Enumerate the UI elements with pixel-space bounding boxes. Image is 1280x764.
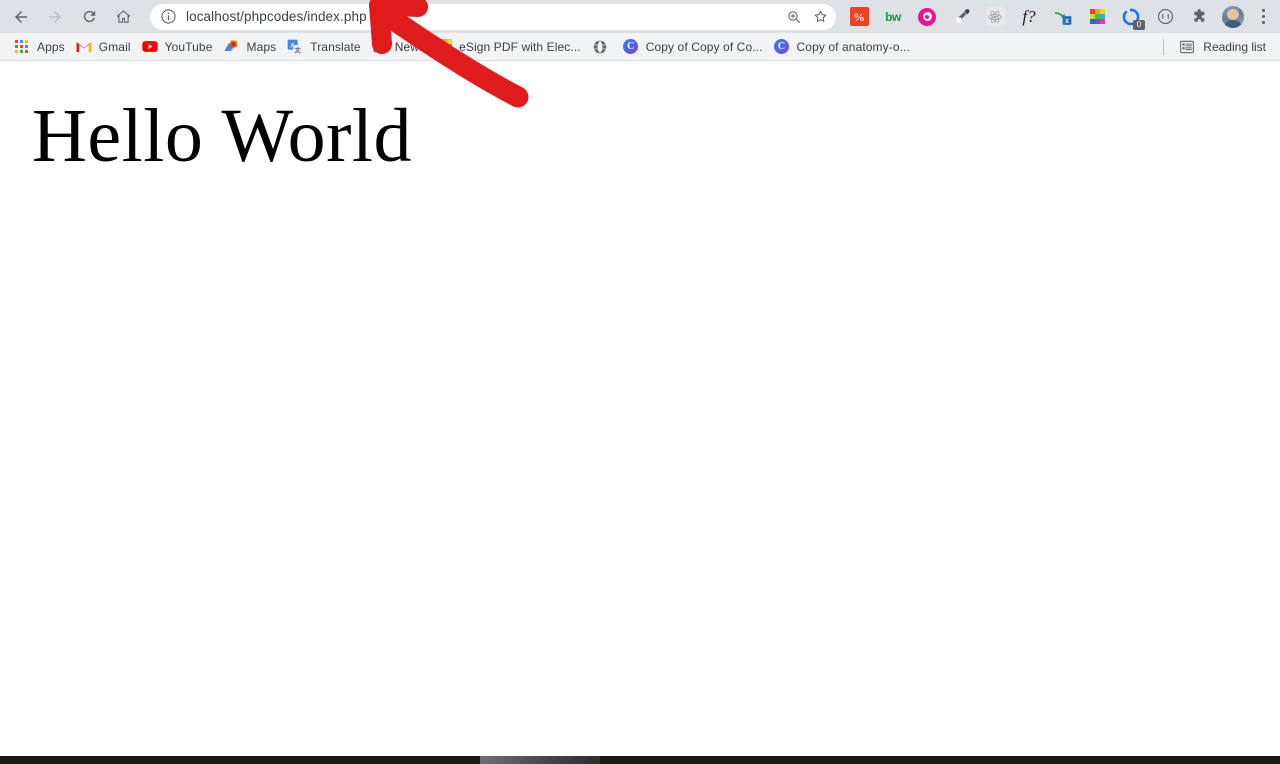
bookmark-label: Apps <box>37 39 65 54</box>
address-bar[interactable]: localhost/phpcodes/index.php <box>150 3 836 30</box>
bookmark-label: Translate <box>310 39 361 54</box>
bookmark-copy-of-anatomy[interactable]: C Copy of anatomy-o... <box>770 36 917 58</box>
apps-grid-icon <box>14 39 30 55</box>
extensions-strip: % bw f? x 0 <box>836 5 1274 30</box>
bookmark-copy-of-copy-of-co[interactable]: C Copy of Copy of Co... <box>619 36 770 58</box>
seven-slash-a-extension-icon[interactable]: % <box>847 5 871 29</box>
maps-pin-icon <box>223 39 239 55</box>
bookmark-label: News <box>394 39 426 54</box>
bookmark-gmail[interactable]: Gmail <box>72 36 138 58</box>
chrome-menu-button[interactable] <box>1252 5 1274 29</box>
bookmark-youtube[interactable]: YouTube <box>138 36 220 58</box>
os-taskbar-strip[interactable] <box>0 756 1280 764</box>
page-title: Hello World <box>32 94 413 178</box>
excel-download-extension-icon[interactable]: x <box>1051 5 1075 29</box>
canva-circle-icon: C <box>774 39 790 55</box>
bw-extension-icon[interactable]: bw <box>881 5 905 29</box>
avatar[interactable] <box>1222 5 1244 28</box>
bookmark-news[interactable]: News <box>368 36 432 58</box>
home-icon <box>116 10 130 23</box>
globe-icon <box>592 39 608 55</box>
site-info-icon[interactable] <box>160 8 177 25</box>
rainbow-grid-extension-icon[interactable] <box>1085 5 1109 29</box>
back-button[interactable] <box>7 3 35 31</box>
gear-badge-count: 0 <box>1133 19 1145 30</box>
forward-arrow-icon <box>49 10 61 23</box>
browser-toolbar: localhost/phpcodes/index.php % bw f? x 0 <box>0 0 1280 33</box>
news-icon <box>372 39 388 55</box>
gmail-icon <box>76 39 92 55</box>
page-content: Hello World <box>0 62 1280 756</box>
bookmark-translate[interactable]: A 文 Translate <box>283 36 367 58</box>
bookmark-apps[interactable]: Apps <box>10 36 72 58</box>
magenta-target-extension-icon[interactable] <box>915 5 939 29</box>
home-button[interactable] <box>109 3 137 31</box>
translate-icon: A 文 <box>287 39 303 55</box>
bookmark-label: Gmail <box>98 39 131 54</box>
bookmark-globe[interactable] <box>588 36 619 58</box>
bookmark-label: Copy of Copy of Co... <box>645 39 763 54</box>
url-text[interactable]: localhost/phpcodes/index.php <box>186 9 780 24</box>
zoom-magnifier-icon <box>788 10 800 23</box>
download-excel-icon: x <box>1054 12 1071 25</box>
smiley-icon <box>1157 8 1173 25</box>
zoom-indicator-button[interactable] <box>782 5 806 29</box>
eyedropper-icon <box>955 9 969 24</box>
rainbow-grid-icon <box>436 39 452 55</box>
reading-list-label: Reading list <box>1203 39 1266 54</box>
bookmark-label: YouTube <box>164 39 213 54</box>
puzzle-piece-icon <box>1193 9 1204 22</box>
bookmark-label: Copy of anatomy-o... <box>796 39 910 54</box>
react-atom-extension-icon[interactable] <box>983 5 1007 29</box>
blue-gear-extension-icon[interactable]: 0 <box>1119 5 1145 30</box>
browser-window: localhost/phpcodes/index.php % bw f? x 0… <box>0 0 1280 764</box>
canva-circle-icon: C <box>623 39 639 55</box>
three-dot-menu-icon <box>1261 9 1265 13</box>
bookmark-maps[interactable]: Maps <box>219 36 283 58</box>
reload-icon <box>83 10 95 23</box>
bookmark-esign-pdf[interactable]: eSign PDF with Elec... <box>432 36 588 58</box>
atom-icon <box>988 10 1002 23</box>
star-outline-icon <box>814 10 826 22</box>
puzzle-extensions-icon[interactable] <box>1187 5 1211 29</box>
reading-list-button[interactable]: Reading list <box>1173 36 1272 58</box>
smiley-circle-extension-icon[interactable] <box>1153 5 1177 29</box>
bookmark-label: Maps <box>246 39 277 54</box>
bookmark-label: eSign PDF with Elec... <box>459 39 581 54</box>
bookmarks-divider <box>1163 38 1165 55</box>
forward-button[interactable] <box>41 3 69 31</box>
bookmark-star-button[interactable] <box>808 5 832 29</box>
f-question-extension-icon[interactable]: f? <box>1017 5 1041 29</box>
eyedropper-extension-icon[interactable] <box>949 5 973 29</box>
svg-text:x: x <box>1065 18 1069 25</box>
rainbow-grid-icon <box>1089 9 1105 24</box>
back-arrow-icon <box>15 10 27 23</box>
reading-list-icon <box>1180 40 1195 53</box>
bookmarks-bar: Apps Gmail YouTube Maps A 文 Translate Ne… <box>0 33 1280 61</box>
reload-button[interactable] <box>75 3 103 31</box>
youtube-icon <box>141 39 158 55</box>
taskbar-active-item[interactable] <box>480 756 600 764</box>
